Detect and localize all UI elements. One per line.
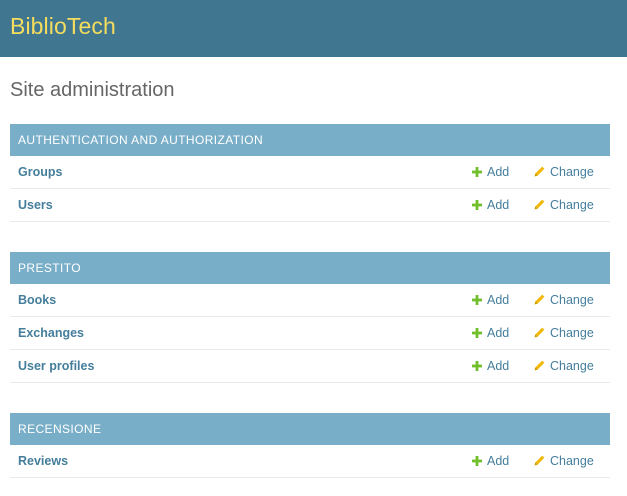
plus-icon [472, 294, 482, 305]
module-caption[interactable]: PRESTITO [10, 252, 610, 284]
pencil-icon [534, 455, 545, 466]
model-row-reviews: Reviews Add Change [10, 445, 610, 478]
add-link-exchanges[interactable]: Add [472, 317, 509, 350]
change-link-groups[interactable]: Change [534, 156, 594, 189]
model-link-reviews[interactable]: Reviews [18, 445, 68, 478]
change-link-users[interactable]: Change [534, 189, 594, 222]
model-link-books[interactable]: Books [18, 284, 56, 317]
add-link-users[interactable]: Add [472, 189, 509, 222]
page-title: Site administration [10, 79, 175, 101]
add-label: Add [487, 165, 510, 179]
pencil-icon [534, 166, 545, 177]
change-label: Change [550, 359, 594, 373]
change-link-user-profiles[interactable]: Change [534, 350, 594, 383]
change-label: Change [550, 454, 594, 468]
change-label: Change [550, 198, 594, 212]
module-prestito: PRESTITO Books Add Change Exchanges Add … [10, 252, 610, 383]
pencil-icon [534, 199, 545, 210]
pencil-icon [534, 360, 545, 371]
header-bar: BiblioTech [0, 0, 627, 57]
plus-icon [472, 166, 482, 177]
site-branding[interactable]: BiblioTech [10, 13, 116, 40]
model-link-exchanges[interactable]: Exchanges [18, 317, 84, 350]
plus-icon [472, 327, 482, 338]
change-label: Change [550, 326, 594, 340]
add-link-user-profiles[interactable]: Add [472, 350, 509, 383]
add-label: Add [487, 326, 510, 340]
add-label: Add [487, 198, 510, 212]
plus-icon [472, 199, 482, 210]
change-link-exchanges[interactable]: Change [534, 317, 594, 350]
model-link-groups[interactable]: Groups [18, 156, 62, 189]
change-link-books[interactable]: Change [534, 284, 594, 317]
add-link-books[interactable]: Add [472, 284, 509, 317]
change-link-reviews[interactable]: Change [534, 445, 594, 478]
module-caption[interactable]: RECENSIONE [10, 413, 610, 445]
model-row-books: Books Add Change [10, 284, 610, 317]
plus-icon [472, 455, 482, 466]
model-row-user-profiles: User profiles Add Change [10, 350, 610, 383]
change-label: Change [550, 165, 594, 179]
add-label: Add [487, 359, 510, 373]
add-link-groups[interactable]: Add [472, 156, 509, 189]
model-link-users[interactable]: Users [18, 189, 53, 222]
model-row-groups: Groups Add Change [10, 156, 610, 189]
change-label: Change [550, 293, 594, 307]
add-label: Add [487, 454, 510, 468]
pencil-icon [534, 327, 545, 338]
module-caption[interactable]: AUTHENTICATION AND AUTHORIZATION [10, 124, 610, 156]
module-recensione: RECENSIONE Reviews Add Change [10, 413, 610, 478]
model-row-exchanges: Exchanges Add Change [10, 317, 610, 350]
model-link-user-profiles[interactable]: User profiles [18, 350, 94, 383]
add-label: Add [487, 293, 510, 307]
pencil-icon [534, 294, 545, 305]
module-auth: AUTHENTICATION AND AUTHORIZATION Groups … [10, 124, 610, 222]
add-link-reviews[interactable]: Add [472, 445, 509, 478]
model-row-users: Users Add Change [10, 189, 610, 222]
plus-icon [472, 360, 482, 371]
